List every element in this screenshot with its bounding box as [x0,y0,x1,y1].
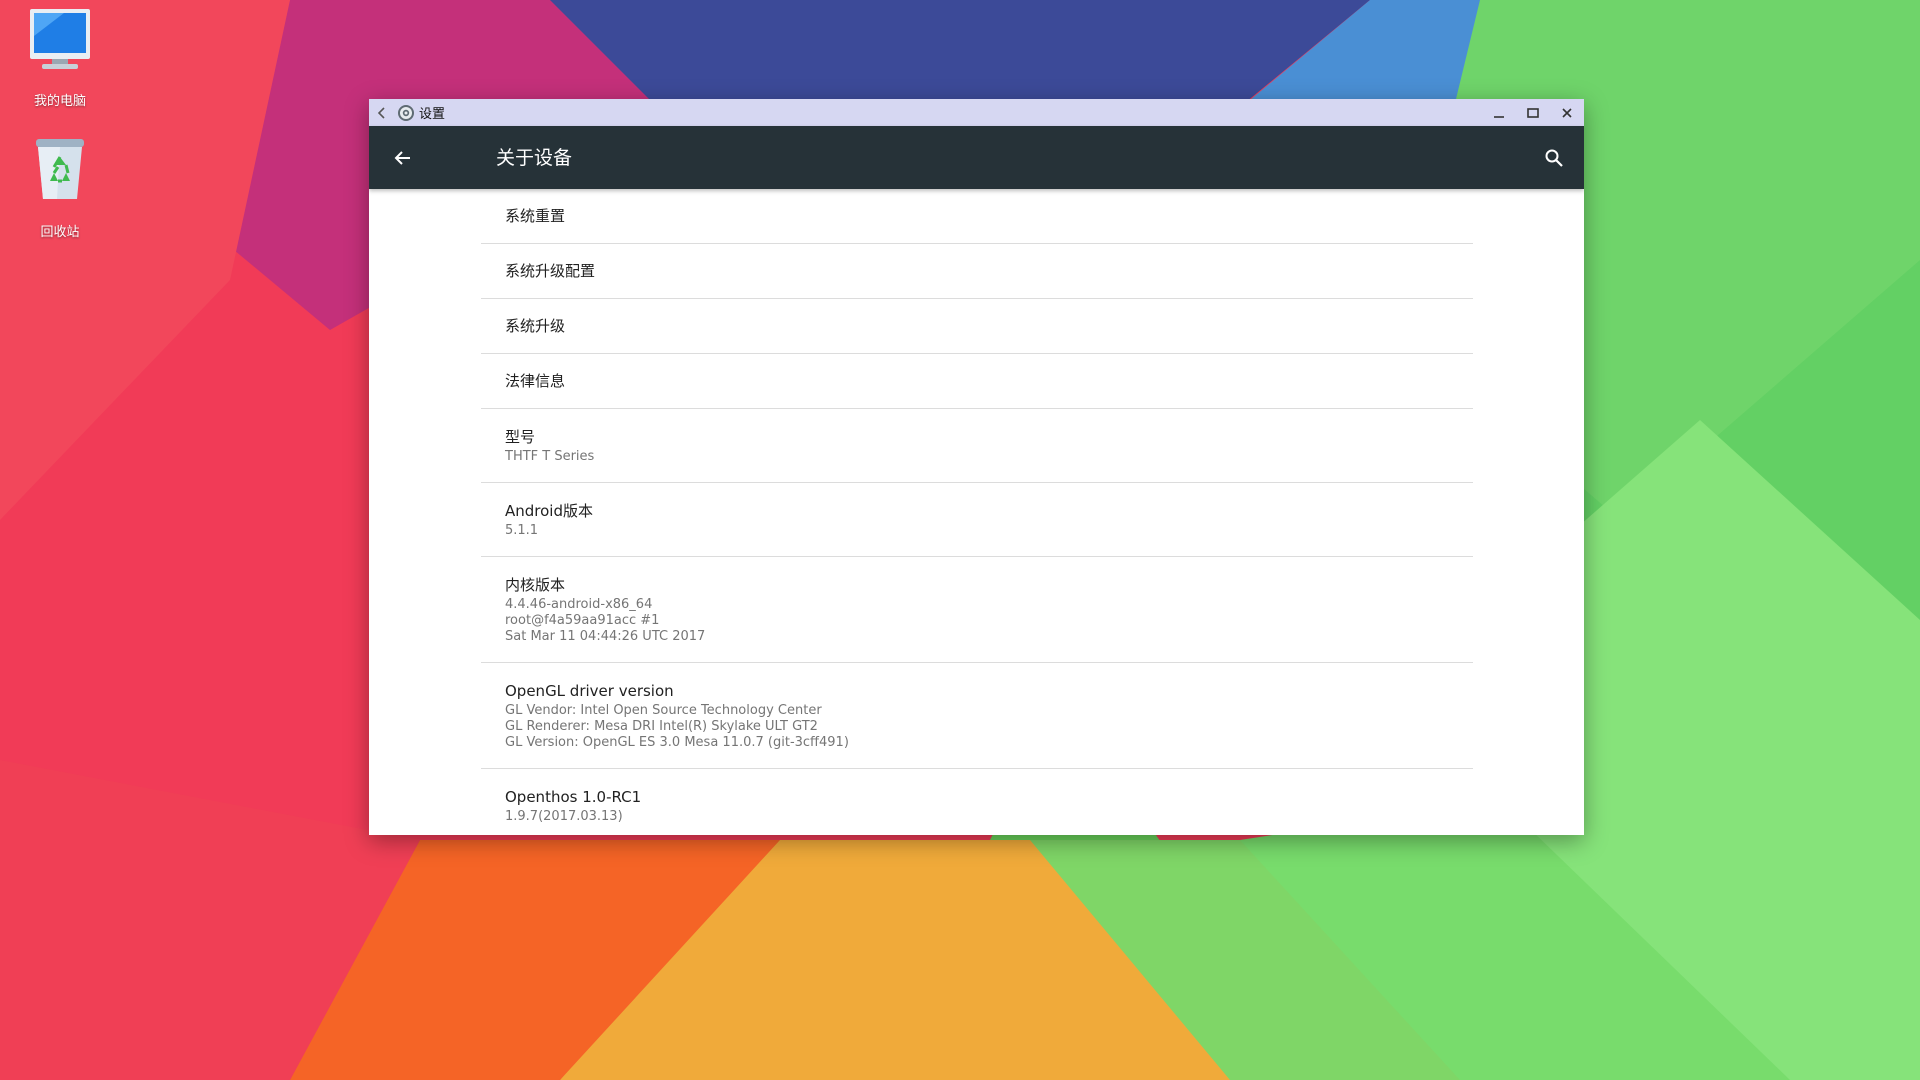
pref-system-upgrade-config[interactable]: 系统升级配置 [481,244,1473,299]
window-title: 设置 [419,107,446,122]
search-icon [1545,149,1563,167]
pref-model[interactable]: 型号 THTF T Series [481,409,1473,483]
desktop: 我的电脑 回收站 设置 关于设备 系统重置 系统升级配置 系统升级 法律信息 型… [0,0,1920,1080]
pref-opengl-driver-version[interactable]: OpenGL driver version GL Vendor: Intel O… [481,663,1473,769]
computer-icon [24,6,96,76]
settings-window: 设置 关于设备 系统重置 系统升级配置 系统升级 法律信息 型号 THTF T … [369,99,1584,835]
desktop-icon-my-computer[interactable]: 我的电脑 [0,6,120,109]
pref-summary: THTF T Series [505,448,595,464]
app-bar: 关于设备 [369,126,1584,189]
maximize-icon [1527,107,1539,118]
pref-summary: 1.9.7(2017.03.13) [505,808,623,824]
minimize-icon [1494,115,1504,118]
pref-title: 型号 [505,427,536,446]
desktop-icon-label: 回收站 [40,225,80,240]
window-titlebar[interactable]: 设置 [369,99,1584,126]
pref-summary: GL Vendor: Intel Open Source Technology … [505,702,849,750]
recycle-bin-icon [24,137,96,207]
pref-title: OpenGL driver version [505,681,674,700]
pref-title: Android版本 [505,501,593,520]
pref-title: 系统重置 [505,207,566,225]
maximize-button[interactable] [1516,99,1550,126]
preferences-content[interactable]: 系统重置 系统升级配置 系统升级 法律信息 型号 THTF T Series A… [369,189,1584,835]
pref-legal-info[interactable]: 法律信息 [481,354,1473,409]
close-button[interactable] [1550,99,1584,126]
back-button[interactable] [387,142,419,174]
settings-gear-icon [397,104,415,122]
search-button[interactable] [1538,142,1570,174]
page-title: 关于设备 [496,147,573,169]
pref-title: 系统升级 [505,317,566,335]
pref-android-version[interactable]: Android版本 5.1.1 [481,483,1473,557]
pref-summary: 5.1.1 [505,522,539,538]
pref-system-upgrade[interactable]: 系统升级 [481,299,1473,354]
pref-openthos-version[interactable]: Openthos 1.0-RC1 1.9.7(2017.03.13) [481,769,1473,835]
arrow-back-icon [394,151,410,165]
pref-title: 系统升级配置 [505,262,596,280]
pref-title: 内核版本 [505,575,566,594]
chevron-left-icon [377,106,385,119]
pref-system-reset[interactable]: 系统重置 [481,189,1473,244]
minimize-button[interactable] [1482,99,1516,126]
preference-list: 系统重置 系统升级配置 系统升级 法律信息 型号 THTF T Series A… [481,189,1473,835]
titlebar-back-button[interactable] [369,99,395,126]
desktop-icon-label: 我的电脑 [33,94,86,109]
pref-title: 法律信息 [505,372,566,390]
pref-kernel-version[interactable]: 内核版本 4.4.46-android-x86_64 root@f4a59aa9… [481,557,1473,663]
pref-summary: 4.4.46-android-x86_64 root@f4a59aa91acc … [505,596,706,644]
desktop-icon-recycle-bin[interactable]: 回收站 [0,137,120,240]
pref-title: Openthos 1.0-RC1 [505,787,642,806]
close-icon [1562,107,1572,118]
